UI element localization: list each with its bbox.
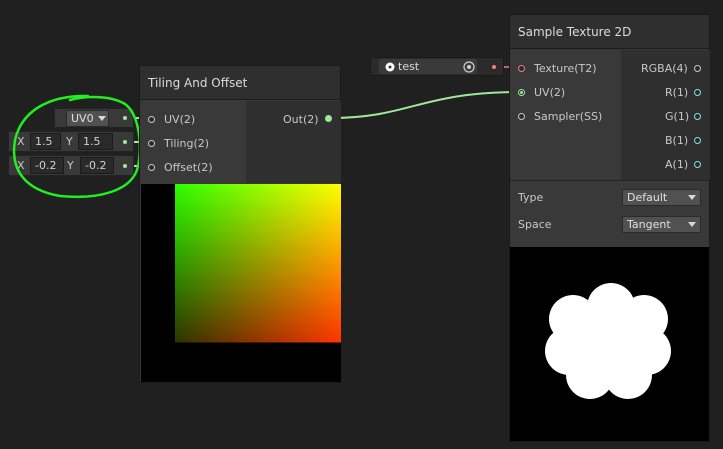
chevron-down-icon xyxy=(688,195,696,200)
cloud-shape-preview xyxy=(545,283,671,399)
b-output-port[interactable] xyxy=(694,137,701,144)
texture-preview xyxy=(510,247,709,441)
tiling-node-title: Tiling And Offset xyxy=(140,66,340,100)
sample-node-title: Sample Texture 2D xyxy=(510,15,709,49)
tiling-input-port[interactable] xyxy=(148,140,155,147)
sampler-input-port[interactable] xyxy=(518,113,525,120)
rgba-output-label: RGBA(4) xyxy=(641,62,688,75)
texture-input-port[interactable] xyxy=(518,65,525,72)
cloud-core xyxy=(568,305,648,385)
space-dropdown[interactable]: Tangent xyxy=(622,216,701,233)
g-output-label: G(1) xyxy=(665,110,690,123)
space-setting-label: Space xyxy=(518,218,552,231)
offset-input-port[interactable] xyxy=(148,164,155,171)
uv-input-port-fill xyxy=(520,91,523,94)
type-dropdown-value: Default xyxy=(627,191,668,204)
object-picker-icon[interactable] xyxy=(463,61,475,73)
texture-property-name: test xyxy=(398,60,420,73)
offset-input-label: Offset(2) xyxy=(164,161,213,174)
r-output-label: R(1) xyxy=(665,86,689,99)
tiling-input-label: Tiling(2) xyxy=(164,137,210,150)
type-dropdown[interactable]: Default xyxy=(622,189,701,206)
tiling-and-offset-node[interactable]: Tiling And Offset UV(2) Tiling(2) Offset… xyxy=(139,65,341,383)
texture-input-label: Texture(T2) xyxy=(534,62,597,75)
g-output-port[interactable] xyxy=(694,113,701,120)
uv-gradient-preview xyxy=(141,184,341,382)
type-setting-label: Type xyxy=(518,191,544,204)
r-output-port[interactable] xyxy=(694,89,701,96)
chevron-down-icon xyxy=(688,222,696,227)
texture-gear-icon xyxy=(385,62,395,72)
b-output-label: B(1) xyxy=(665,134,689,147)
uv-input-port[interactable] xyxy=(148,116,155,123)
space-dropdown-value: Tangent xyxy=(627,218,671,231)
uv-input-label: UV(2) xyxy=(164,113,196,126)
a-output-label: A(1) xyxy=(665,158,689,171)
uv-input-label-sample: UV(2) xyxy=(534,86,566,99)
rgba-output-port[interactable] xyxy=(694,65,701,72)
out-output-label: Out(2) xyxy=(283,113,319,126)
texture-output-dot[interactable] xyxy=(492,65,496,69)
a-output-port[interactable] xyxy=(694,161,701,168)
sample-texture-2d-node[interactable]: Sample Texture 2D Texture(T2) UV(2) Samp… xyxy=(509,14,710,442)
node-settings-divider xyxy=(510,180,709,181)
sampler-input-label: Sampler(SS) xyxy=(534,110,603,123)
texture-property-node[interactable]: test xyxy=(370,57,504,76)
out-output-port[interactable] xyxy=(325,115,332,122)
